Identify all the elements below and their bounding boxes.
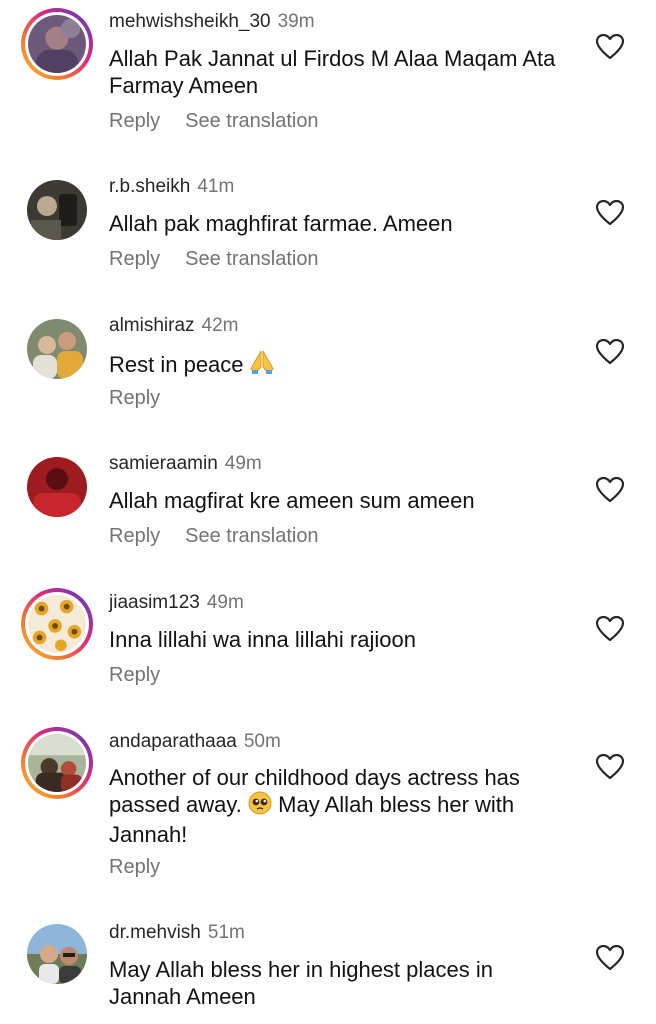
comment-actions: Reply — [109, 386, 185, 410]
timestamp: 39m — [277, 11, 315, 32]
comment-text: Another of our childhood days actress ha… — [109, 764, 569, 848]
folded-hands-emoji — [250, 349, 274, 381]
avatar — [27, 924, 87, 984]
avatar — [28, 595, 86, 653]
comment-actions: Reply See translation — [109, 247, 344, 271]
comment-meta: mehwishsheikh_30 39m — [109, 11, 315, 33]
heart-icon[interactable] — [596, 754, 624, 780]
timestamp: 42m — [201, 315, 239, 336]
heart-icon[interactable] — [596, 339, 624, 365]
heart-icon[interactable] — [596, 616, 624, 642]
comment-actions: Reply See translation — [109, 524, 344, 548]
username[interactable]: r.b.sheikh — [109, 176, 190, 197]
username[interactable]: dr.mehvish — [109, 922, 201, 943]
heart-icon[interactable] — [596, 945, 624, 971]
avatar — [28, 734, 86, 792]
timestamp: 41m — [197, 176, 235, 197]
comment-meta: jiaasim123 49m — [109, 592, 244, 614]
timestamp: 49m — [206, 592, 244, 613]
pleading-face-emoji — [248, 791, 272, 821]
reply-button[interactable]: Reply — [109, 664, 160, 686]
comment-meta: samieraamin 49m — [109, 453, 262, 475]
reply-button[interactable]: Reply — [109, 248, 160, 270]
avatar-story-ring[interactable] — [21, 588, 93, 660]
username[interactable]: andaparathaaa — [109, 731, 237, 752]
timestamp: 49m — [224, 453, 262, 474]
comment-meta: dr.mehvish 51m — [109, 922, 245, 944]
reply-button[interactable]: Reply — [109, 525, 160, 547]
reply-button[interactable]: Reply — [109, 387, 160, 409]
username[interactable]: mehwishsheikh_30 — [109, 11, 271, 32]
avatar-wrapper[interactable] — [21, 451, 93, 523]
comment-text: Allah pak maghfirat farmae. Ameen — [109, 211, 453, 236]
heart-icon[interactable] — [596, 200, 624, 226]
avatar — [27, 180, 87, 240]
timestamp: 51m — [207, 922, 245, 943]
avatar-story-ring[interactable] — [21, 8, 93, 80]
comment-text-content: Rest in peace — [109, 352, 244, 377]
comment-meta: r.b.sheikh 41m — [109, 176, 234, 198]
see-translation-button[interactable]: See translation — [185, 248, 318, 270]
avatar — [28, 15, 86, 73]
see-translation-button[interactable]: See translation — [185, 525, 318, 547]
username[interactable]: samieraamin — [109, 453, 218, 474]
comment-actions: Reply — [109, 663, 185, 687]
heart-icon[interactable] — [596, 34, 624, 60]
comment-meta: andaparathaaa 50m — [109, 731, 281, 753]
username[interactable]: almishiraz — [109, 315, 195, 336]
timestamp: 50m — [243, 731, 281, 752]
avatar-wrapper[interactable] — [21, 918, 93, 990]
comment-text: Allah magfirat kre ameen sum ameen — [109, 488, 475, 513]
heart-icon[interactable] — [596, 477, 624, 503]
avatar-wrapper[interactable] — [21, 174, 93, 246]
comment-text: Inna lillahi wa inna lillahi rajioon — [109, 627, 416, 652]
comment-actions: Reply — [109, 855, 185, 879]
comment-text: Rest in peace — [109, 349, 569, 381]
avatar-story-ring[interactable] — [21, 727, 93, 799]
avatar — [27, 457, 87, 517]
comment-actions: Reply See translation — [109, 109, 344, 133]
comment-text: May Allah bless her in highest places in… — [109, 957, 493, 1009]
reply-button[interactable]: Reply — [109, 110, 160, 132]
username[interactable]: jiaasim123 — [109, 592, 200, 613]
see-translation-button[interactable]: See translation — [185, 110, 318, 132]
comment-text: Allah Pak Jannat ul Firdos M Alaa Maqam … — [109, 46, 556, 98]
avatar-wrapper[interactable] — [21, 313, 93, 385]
avatar — [27, 319, 87, 379]
comment-meta: almishiraz 42m — [109, 315, 239, 337]
reply-button[interactable]: Reply — [109, 856, 160, 878]
